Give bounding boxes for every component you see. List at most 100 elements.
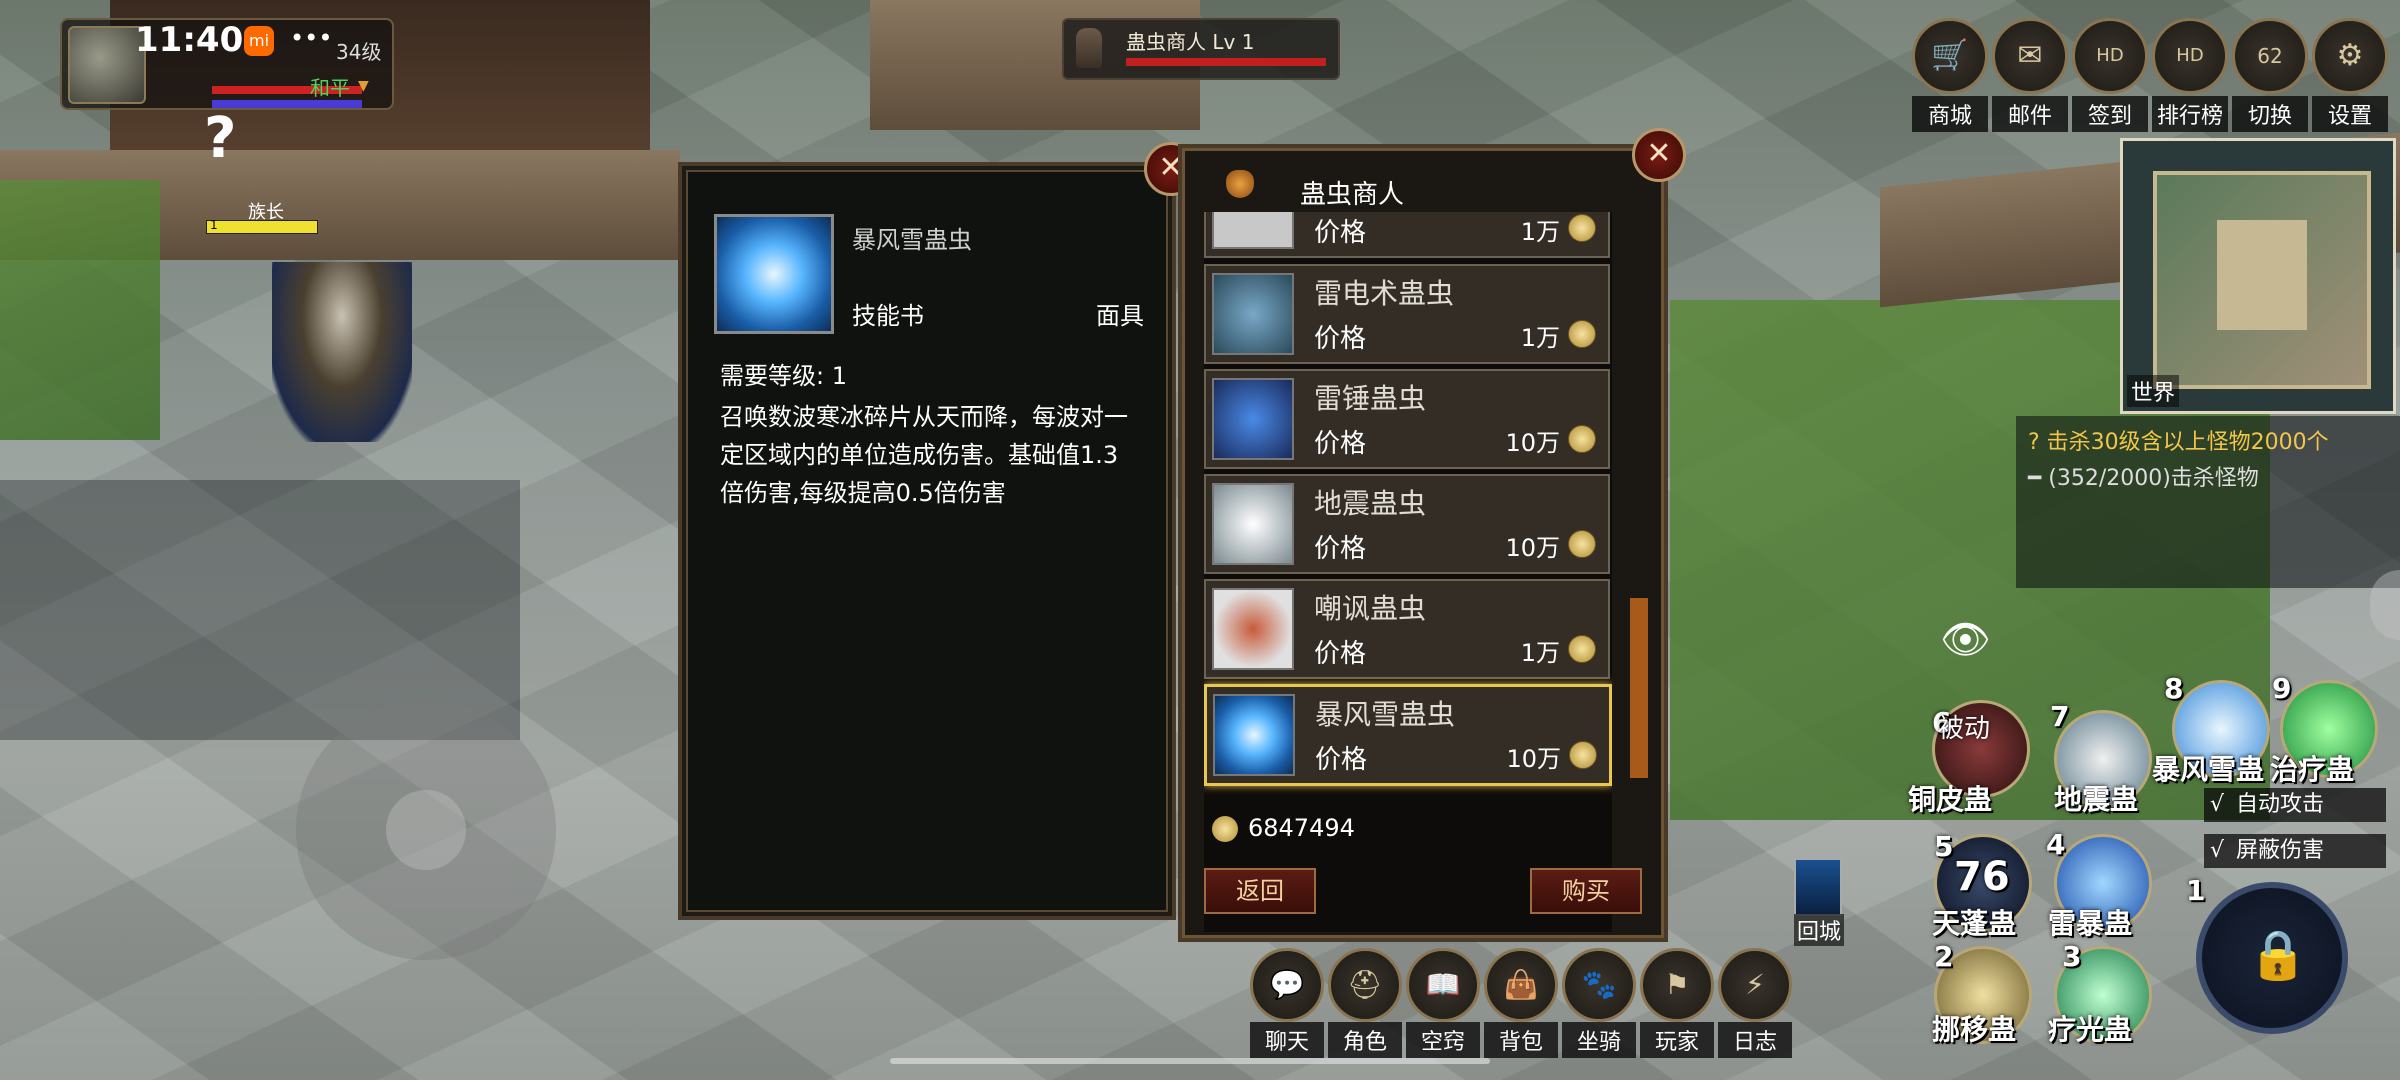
item-name: 地震蛊虫 xyxy=(1314,487,1427,520)
list-item[interactable]: 地震蛊虫 价格 10万 xyxy=(1204,474,1610,574)
chat-button[interactable]: 💬 聊天 xyxy=(1250,948,1324,1058)
bag-button[interactable]: 👜 背包 xyxy=(1484,948,1558,1058)
list-item[interactable]: 价格 1万 xyxy=(1204,212,1610,258)
signin-label: 签到 xyxy=(2072,96,2148,132)
skill-slot-number: 8 xyxy=(2164,672,2184,705)
skill-name: 暴风雪蛊 xyxy=(2152,753,2265,786)
price-label: 价格 xyxy=(1314,429,1367,459)
aperture-button[interactable]: 📖 空窍 xyxy=(1406,948,1480,1058)
quest-progress: ━ (352/2000)击杀怪物 xyxy=(2028,466,2259,491)
joystick[interactable] xyxy=(296,700,556,960)
return-town-button[interactable]: 回城 xyxy=(1794,914,1845,946)
shop-panel: ✕ 蛊虫商人 价格 1万 雷电术蛊虫 价格 1万 雷锤蛊虫 价格 10万 地震蛊… xyxy=(1178,128,1686,942)
log-button[interactable]: ⚡ 日志 xyxy=(1718,948,1792,1058)
target-frame[interactable]: 蛊虫商人 Lv 1 xyxy=(1062,18,1340,80)
eye-icon[interactable]: 👁 xyxy=(1940,616,1991,663)
passive-label: 被动 xyxy=(1938,714,1991,744)
skill-slot-number: 4 xyxy=(2046,828,2066,861)
shop-button[interactable]: 🛒 商城 xyxy=(1912,18,1988,132)
home-indicator[interactable] xyxy=(890,1058,1490,1064)
target-name: 蛊虫商人 Lv 1 xyxy=(1126,30,1255,54)
pk-mode[interactable]: 和平 xyxy=(310,72,350,101)
npc-hp-bar xyxy=(206,220,318,234)
players-label: 玩家 xyxy=(1640,1022,1714,1058)
settings-button[interactable]: ⚙ 设置 xyxy=(2312,18,2388,132)
blizzard-icon xyxy=(714,214,834,334)
skill-name: 雷暴蛊 xyxy=(2048,907,2133,940)
chevron-down-icon[interactable]: ▼ xyxy=(358,78,369,94)
rank-icon: HD xyxy=(2152,18,2228,94)
item-detail-panel: ✕ 暴风雪蛊虫 技能书 面具 需要等级: 1 召唤数波寒冰碎片从天而降，每波对一… xyxy=(678,142,1198,920)
mail-button[interactable]: ✉ 邮件 xyxy=(1992,18,2068,132)
scroll-icon[interactable] xyxy=(1794,858,1842,916)
coin-icon xyxy=(1568,530,1596,558)
auto-attack-toggle[interactable]: √ 自动攻击 xyxy=(2204,788,2386,822)
player-level: 34级 xyxy=(336,40,382,64)
quest-tracker[interactable]: ? 击杀30级含以上怪物2000个 ━ (352/2000)击杀怪物 xyxy=(2016,416,2400,588)
shop-header: 蛊虫商人 xyxy=(1182,148,1664,210)
back-button[interactable]: 返回 xyxy=(1204,868,1316,914)
mount-label: 坐骑 xyxy=(1562,1022,1636,1058)
switch-label: 切换 xyxy=(2232,96,2308,132)
status-time: 11:40 xyxy=(135,20,244,60)
target-hp-bar xyxy=(1126,58,1326,66)
list-item[interactable]: 雷锤蛊虫 价格 10万 xyxy=(1204,369,1610,469)
lightning-icon: ⚡ xyxy=(1718,948,1792,1022)
coin-icon xyxy=(1568,425,1596,453)
target-portrait xyxy=(1076,28,1102,68)
attack-lock-button[interactable]: 🔒 xyxy=(2196,882,2348,1034)
rank-button[interactable]: HD 排行榜 xyxy=(2152,18,2228,132)
list-item-selected[interactable]: 暴风雪蛊虫 价格 10万 xyxy=(1204,684,1612,786)
mail-label: 邮件 xyxy=(1992,96,2068,132)
skill-name: 天蓬蛊 xyxy=(1932,907,2017,940)
list-item[interactable]: 嘲讽蛊虫 价格 1万 xyxy=(1204,579,1610,679)
mp-bar xyxy=(212,100,362,108)
grass-patch xyxy=(0,180,160,440)
buy-button[interactable]: 购买 xyxy=(1530,868,1642,914)
item-description: 召唤数波寒冰碎片从天而降，每波对一定区域内的单位造成伤害。基础值1.3倍伤害,每… xyxy=(720,403,1128,507)
book-icon: 📖 xyxy=(1406,948,1480,1022)
lock-icon: 🔒 xyxy=(2248,927,2308,983)
skill-slot-number: 5 xyxy=(1934,830,1954,863)
top-menu: 🛒 商城 ✉ 邮件 HD 签到 HD 排行榜 62 切换 ⚙ 设置 xyxy=(1912,18,2388,132)
joystick-knob[interactable] xyxy=(386,790,466,870)
block-damage-label: 屏蔽伤害 xyxy=(2236,838,2325,863)
price-value: 1万 xyxy=(1520,639,1560,667)
skill-name: 地震蛊 xyxy=(2054,783,2139,816)
character-label: 角色 xyxy=(1328,1022,1402,1058)
scrollbar[interactable] xyxy=(1630,598,1648,778)
players-button[interactable]: ⚑ 玩家 xyxy=(1640,948,1714,1058)
minimap[interactable]: 世界 xyxy=(2120,138,2396,414)
signin-button[interactable]: HD 签到 xyxy=(2072,18,2148,132)
item-name: 暴风雪蛊虫 xyxy=(1315,698,1456,731)
rank-label: 排行榜 xyxy=(2152,96,2228,132)
list-item[interactable]: 雷电术蛊虫 价格 1万 xyxy=(1204,264,1610,364)
block-damage-toggle[interactable]: √ 屏蔽伤害 xyxy=(2204,834,2386,868)
character-button[interactable]: ⛑ 角色 xyxy=(1328,948,1402,1058)
mount-button[interactable]: 🐾 坐骑 xyxy=(1562,948,1636,1058)
more-icon: ••• xyxy=(290,24,333,52)
skill-slot-number: 3 xyxy=(2062,940,2082,973)
chat-label: 聊天 xyxy=(1250,1022,1324,1058)
price-value: 10万 xyxy=(1505,429,1560,457)
battery-icon: 62 xyxy=(2232,18,2308,94)
world-map-button[interactable]: 世界 xyxy=(2127,375,2180,407)
price-label: 价格 xyxy=(1314,324,1367,354)
bottom-menu: 💬 聊天 ⛑ 角色 📖 空窍 👜 背包 🐾 坐骑 ⚑ 玩家 ⚡ 日志 xyxy=(1250,948,1792,1058)
npc-character[interactable] xyxy=(272,262,412,442)
coin-icon xyxy=(1569,741,1597,769)
cooldown-counter: 76 xyxy=(1954,854,2010,900)
coin-icon xyxy=(1568,635,1596,663)
beetle-icon xyxy=(1212,273,1294,355)
check-icon: √ xyxy=(2210,838,2225,863)
item-name: 雷锤蛊虫 xyxy=(1314,382,1427,415)
skill-name: 挪移蛊 xyxy=(1932,1013,2017,1046)
aperture-label: 空窍 xyxy=(1406,1022,1480,1058)
skill-name: 疗光蛊 xyxy=(2048,1013,2133,1046)
skill-slot-number: 2 xyxy=(1934,940,1954,973)
check-icon: √ xyxy=(2210,792,2225,817)
npc-hp-level: 1 xyxy=(210,218,218,232)
map-courtyard xyxy=(2217,220,2307,330)
switch-button[interactable]: 62 切换 xyxy=(2232,18,2308,132)
item-requirement: 需要等级: 1 xyxy=(720,362,847,390)
